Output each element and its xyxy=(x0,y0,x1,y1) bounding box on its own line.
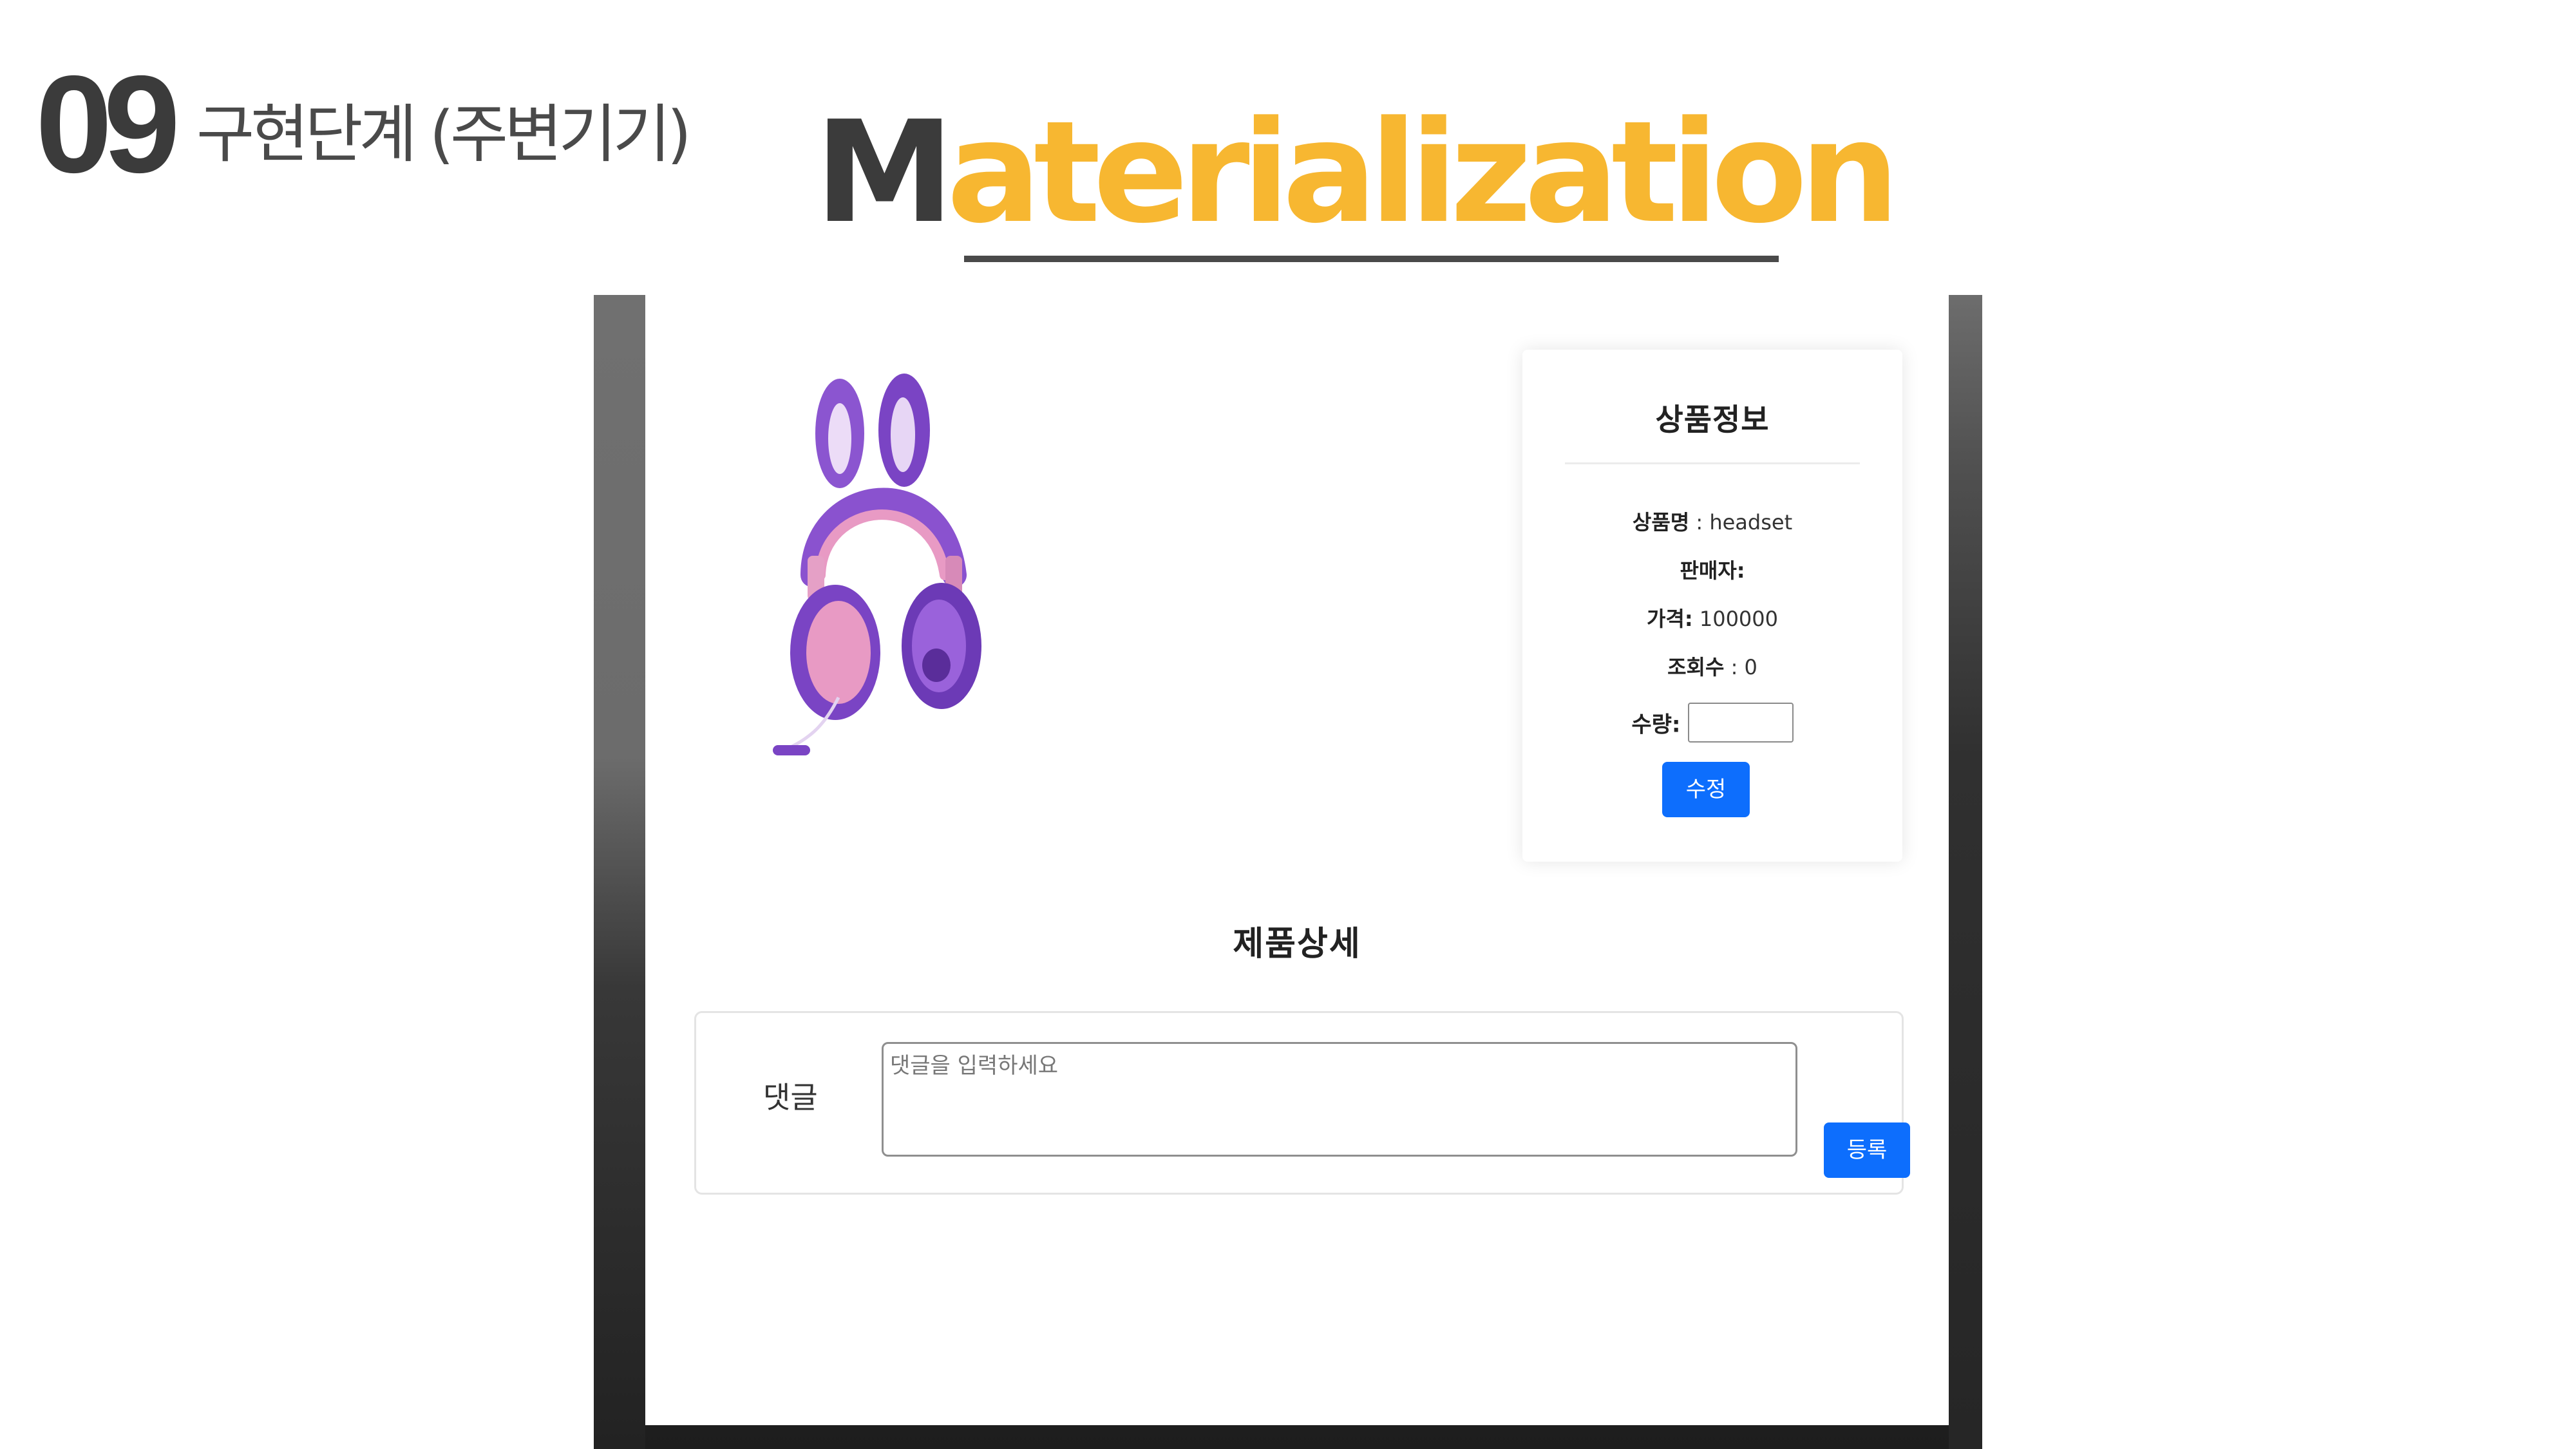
seller-label: 판매자: xyxy=(1680,558,1745,583)
headline-rest: aterialization xyxy=(946,91,1900,254)
product-name-label: 상품명 xyxy=(1632,510,1690,535)
slide-number: 09 xyxy=(35,46,180,202)
headline-initial: M xyxy=(815,91,954,254)
price-row: 가격: 100000 xyxy=(1522,603,1902,632)
product-detail-title: 제품상세 xyxy=(1233,925,1361,963)
comment-section: 댓글 등록 xyxy=(694,1011,1910,1195)
background-left-edge xyxy=(594,295,645,1449)
view-count-value: 0 xyxy=(1744,655,1757,679)
quantity-label: 수량: xyxy=(1631,712,1681,738)
product-info-card: 상품정보 상품명 : headset 판매자: 가격: 100000 조회수 :… xyxy=(1522,350,1902,862)
background-right-edge xyxy=(1949,295,1982,1449)
view-count-label: 조회수 xyxy=(1667,655,1725,679)
quantity-input[interactable] xyxy=(1687,703,1794,743)
price-label: 가격: xyxy=(1646,607,1693,631)
headset-image-icon xyxy=(773,374,981,755)
comment-label: 댓글 xyxy=(763,1080,818,1115)
info-divider xyxy=(1565,462,1860,464)
product-name-row: 상품명 : headset xyxy=(1522,506,1902,536)
register-button[interactable]: 등록 xyxy=(1824,1122,1910,1178)
product-image xyxy=(761,363,1019,775)
view-count-row: 조회수 : 0 xyxy=(1522,651,1902,681)
product-name-separator: : xyxy=(1689,510,1710,535)
screenshot-frame: 상품정보 상품명 : headset 판매자: 가격: 100000 조회수 :… xyxy=(594,295,1982,1449)
price-value: 100000 xyxy=(1699,607,1778,631)
edit-button[interactable]: 수정 xyxy=(1662,762,1750,817)
product-name-value: headset xyxy=(1709,510,1793,535)
comment-textarea[interactable] xyxy=(882,1042,1797,1157)
quantity-row: 수량: xyxy=(1522,703,1902,743)
slide-headline: Materialization xyxy=(815,103,1900,243)
product-info-title: 상품정보 xyxy=(1655,402,1770,438)
view-count-separator: : xyxy=(1724,655,1745,679)
seller-row: 판매자: xyxy=(1522,554,1902,584)
slide-subtitle: 구현단계 (주변기기) xyxy=(196,98,692,171)
product-detail-page: 상품정보 상품명 : headset 판매자: 가격: 100000 조회수 :… xyxy=(645,295,1949,1425)
title-underline xyxy=(964,256,1779,262)
